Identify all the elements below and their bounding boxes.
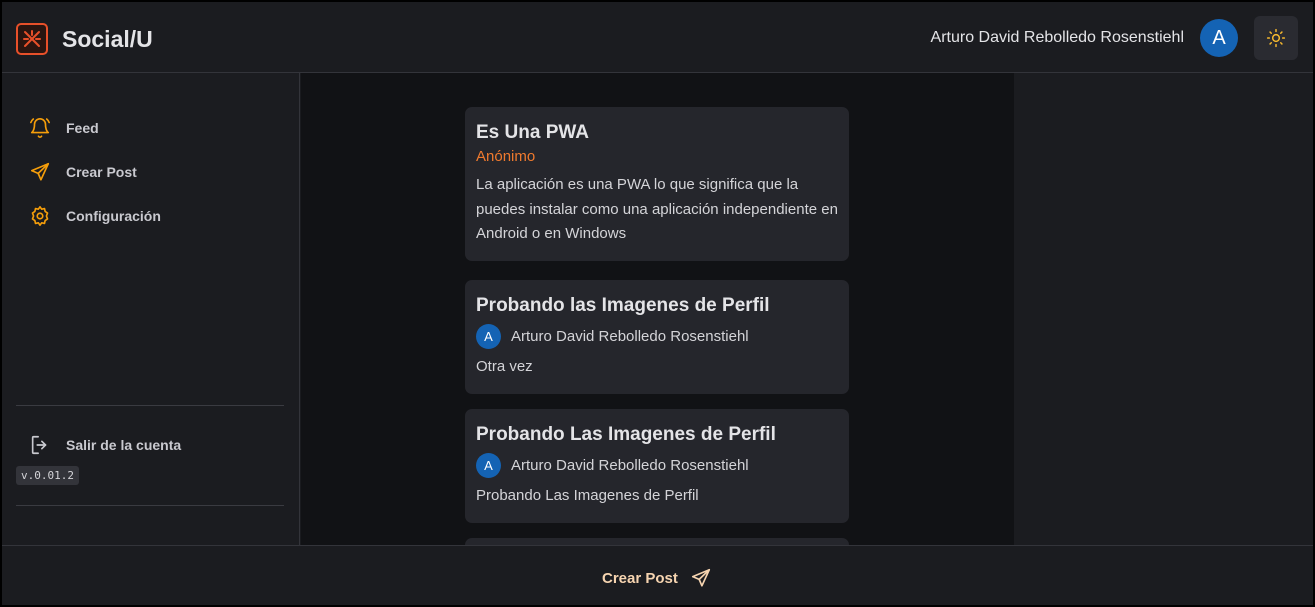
right-panel: [1014, 73, 1313, 545]
brand-title[interactable]: Social/U: [62, 26, 153, 53]
post-title: Probando Las Imagenes de Perfil: [476, 424, 776, 445]
post-title: Es Una PWA: [476, 122, 589, 143]
top-header: Social/U Arturo David Rebolledo Rosensti…: [2, 2, 1313, 73]
sun-icon: [1266, 28, 1286, 48]
post-card[interactable]: Probando Las Imagenes de Perfil A Arturo…: [465, 409, 849, 523]
post-author: Arturo David Rebolledo Rosenstiehl: [511, 457, 749, 474]
post-card[interactable]: Probando las Imagenes de Perfil A Arturo…: [465, 280, 849, 394]
user-name: Arturo David Rebolledo Rosenstiehl: [930, 29, 1184, 46]
version-badge: v.0.01.2: [16, 466, 79, 485]
post-author-row: A Arturo David Rebolledo Rosenstiehl: [476, 453, 838, 478]
sidebar-item-label: Configuración: [66, 208, 161, 224]
bottom-bar: Crear Post: [2, 545, 1313, 605]
post-body: Probando Las Imagenes de Perfil: [476, 487, 699, 504]
sidebar-item-configuracion[interactable]: Configuración: [28, 203, 161, 229]
sidebar-item-feed[interactable]: Feed: [28, 115, 99, 141]
divider: [16, 405, 284, 406]
post-author-row: A Arturo David Rebolledo Rosenstiehl: [476, 324, 838, 349]
post-body: Otra vez: [476, 358, 533, 375]
sidebar: Feed Crear Post Configuración Salir de l…: [2, 73, 300, 545]
post-title: Probando las Imagenes de Perfil: [476, 295, 770, 316]
sidebar-item-crear-post[interactable]: Crear Post: [28, 159, 137, 185]
post-author: Anónimo: [476, 148, 536, 165]
sidebar-item-label: Crear Post: [66, 164, 137, 180]
send-icon: [691, 568, 710, 587]
post-author: Arturo David Rebolledo Rosenstiehl: [511, 328, 749, 345]
logout-label: Salir de la cuenta: [66, 437, 182, 453]
avatar[interactable]: A: [1200, 19, 1238, 57]
logout-icon: [28, 433, 52, 457]
create-post-button[interactable]: Crear Post: [602, 566, 712, 590]
divider: [16, 505, 284, 506]
post-body: La aplicación es una PWA lo que signific…: [476, 176, 838, 242]
avatar: A: [476, 324, 501, 349]
post-card[interactable]: [465, 538, 849, 545]
avatar: A: [476, 453, 501, 478]
bell-icon: [28, 116, 52, 140]
feed-area[interactable]: Es Una PWA Anónimo La aplicación es una …: [301, 73, 1014, 545]
gear-icon: [28, 204, 52, 228]
logo-icon[interactable]: [16, 23, 48, 55]
create-post-label: Crear Post: [602, 569, 678, 587]
post-card[interactable]: Es Una PWA Anónimo La aplicación es una …: [465, 107, 849, 261]
theme-toggle-button[interactable]: [1254, 16, 1298, 60]
sidebar-item-label: Feed: [66, 120, 99, 136]
logout-button[interactable]: Salir de la cuenta: [28, 432, 181, 458]
send-icon: [28, 160, 52, 184]
